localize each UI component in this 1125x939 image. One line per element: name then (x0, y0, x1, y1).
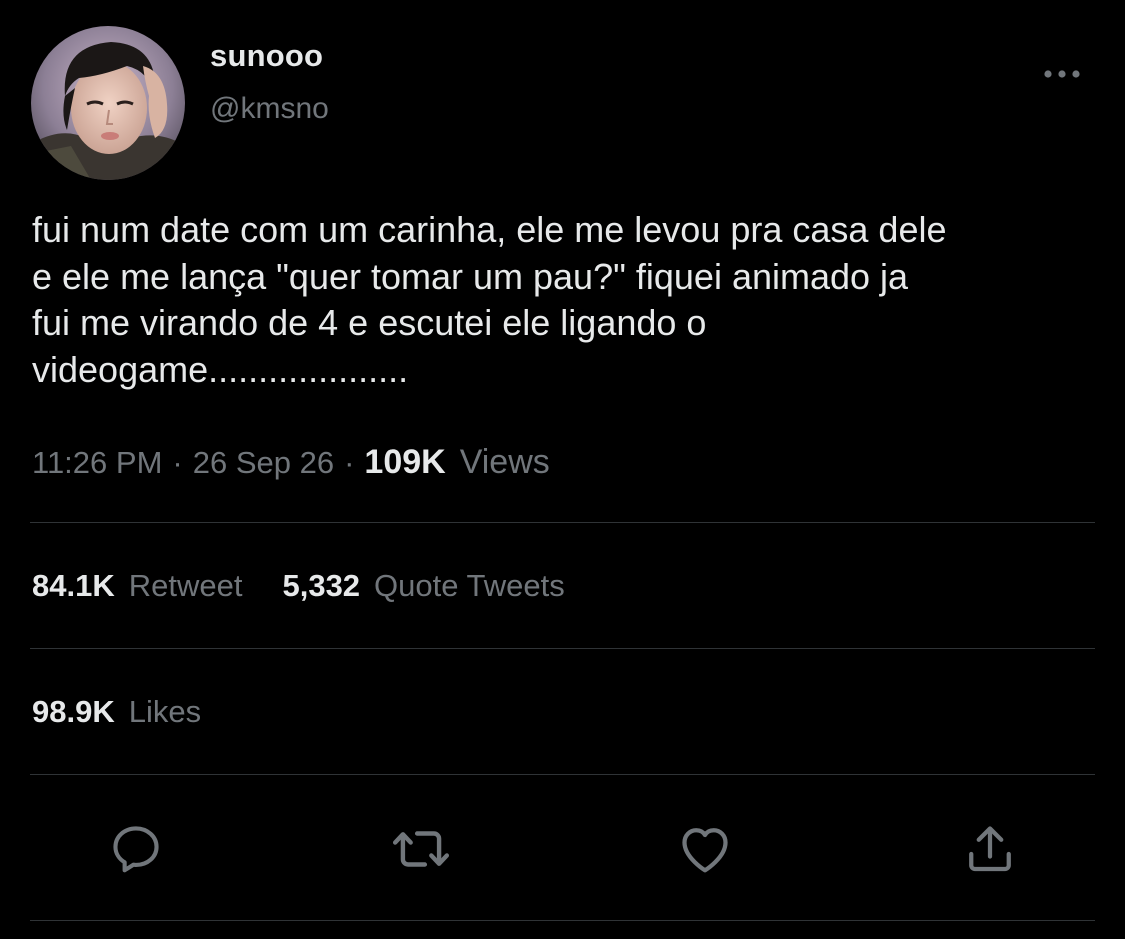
quote-tweets-label: Quote Tweets (374, 568, 565, 603)
avatar[interactable] (31, 26, 185, 180)
reply-icon (113, 826, 159, 873)
tweet-date[interactable]: 26 Sep 26 (193, 445, 334, 481)
tweet-text: fui num date com um carinha, ele me levo… (32, 209, 947, 390)
heart-icon (682, 828, 728, 873)
quote-tweets-count: 5,332 (282, 568, 361, 603)
share-button[interactable] (959, 818, 1021, 880)
tweet-detail: sunooo @kmsno fui num date com um carinh… (0, 0, 1125, 939)
divider (30, 648, 1095, 649)
likes-count: 98.9K (32, 694, 115, 729)
likes-label: Likes (128, 694, 202, 729)
likes-link[interactable]: 98.9K Likes (32, 694, 201, 730)
user-handle[interactable]: @kmsno (210, 92, 329, 126)
views-count[interactable]: 109K (364, 443, 445, 482)
retweets-count: 84.1K (32, 568, 115, 603)
meta-separator: · (172, 445, 183, 480)
tweet-meta: 11:26 PM · 26 Sep 26 · 109K Views (32, 443, 550, 482)
retweet-button[interactable] (390, 818, 452, 880)
meta-separator: · (344, 445, 355, 480)
reply-button[interactable] (105, 818, 167, 880)
user-avatar-photo (31, 26, 185, 180)
tweet-time[interactable]: 11:26 PM (32, 445, 162, 481)
retweets-link[interactable]: 84.1K Retweet (32, 568, 242, 604)
retweets-label: Retweet (128, 568, 243, 603)
share-icon (969, 826, 1011, 872)
likes-row: 98.9K Likes (32, 694, 201, 730)
divider (30, 920, 1095, 921)
engagement-row: 84.1K Retweet 5,332 Quote Tweets (32, 568, 565, 604)
retweet-icon (392, 831, 450, 867)
divider (30, 522, 1095, 523)
display-name[interactable]: sunooo (210, 38, 323, 74)
like-button[interactable] (674, 818, 736, 880)
more-options-icon[interactable] (1040, 62, 1084, 86)
divider (30, 774, 1095, 775)
quote-tweets-link[interactable]: 5,332 Quote Tweets (282, 568, 564, 604)
views-label[interactable]: Views (460, 443, 550, 482)
action-bar (0, 818, 1125, 880)
